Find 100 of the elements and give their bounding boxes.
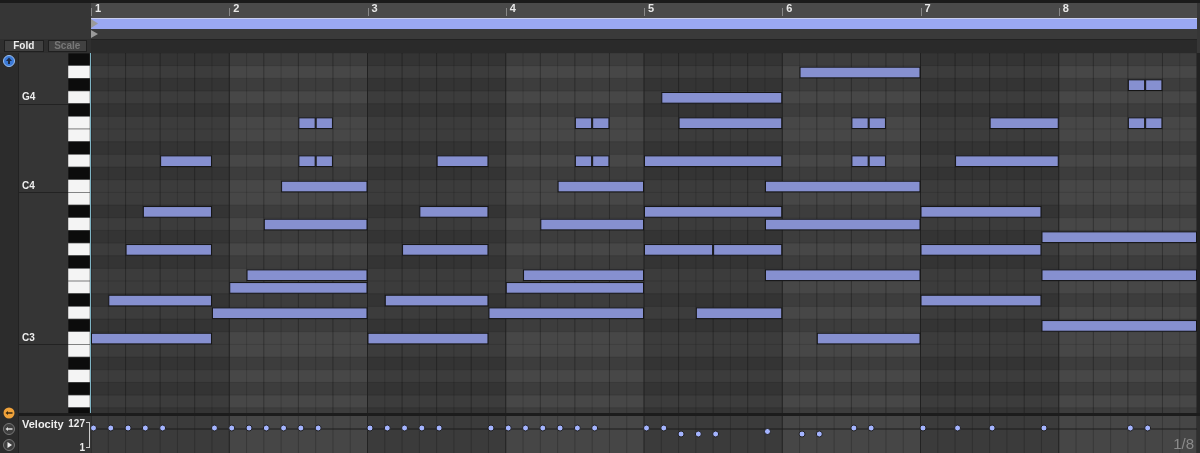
velocity-marker[interactable] xyxy=(159,424,167,432)
midi-note[interactable] xyxy=(1145,79,1163,91)
velocity-marker[interactable] xyxy=(677,430,685,438)
velocity-marker[interactable] xyxy=(418,424,426,432)
midi-note[interactable] xyxy=(851,117,869,129)
midi-note[interactable] xyxy=(920,206,1042,218)
midi-note[interactable] xyxy=(644,206,783,218)
velocity-marker[interactable] xyxy=(556,424,564,432)
velocity-marker[interactable] xyxy=(297,424,305,432)
natural-piano-key[interactable] xyxy=(68,128,91,142)
velocity-marker[interactable] xyxy=(573,424,581,432)
midi-note[interactable] xyxy=(1127,79,1146,91)
midi-note[interactable] xyxy=(920,294,1042,307)
midi-note[interactable] xyxy=(263,218,368,231)
midi-note[interactable] xyxy=(281,180,368,193)
midi-note[interactable] xyxy=(540,218,644,231)
midi-note[interactable] xyxy=(678,117,783,129)
velocity-marker[interactable] xyxy=(1126,424,1134,432)
midi-note[interactable] xyxy=(108,294,212,307)
marker-lane[interactable] xyxy=(91,29,1197,39)
midi-note[interactable] xyxy=(557,180,644,193)
midi-note[interactable] xyxy=(1145,117,1163,129)
natural-piano-key[interactable] xyxy=(68,65,91,79)
play-icon[interactable] xyxy=(3,439,15,451)
midi-note[interactable] xyxy=(298,117,316,129)
velocity-marker[interactable] xyxy=(262,424,270,432)
midi-note[interactable] xyxy=(868,155,886,168)
timeline-ruler[interactable]: 1 2 3 4 5 6 7 8 xyxy=(91,3,1197,18)
up-arrow-icon[interactable] xyxy=(3,55,15,67)
velocity-marker[interactable] xyxy=(141,424,149,432)
midi-note[interactable] xyxy=(592,117,610,129)
velocity-marker[interactable] xyxy=(487,424,495,432)
midi-note[interactable] xyxy=(315,155,333,168)
sharp-piano-key[interactable] xyxy=(68,356,91,370)
midi-note[interactable] xyxy=(574,117,593,129)
midi-note[interactable] xyxy=(764,269,921,282)
midi-note[interactable] xyxy=(488,307,644,320)
velocity-marker[interactable] xyxy=(91,424,97,432)
midi-note[interactable] xyxy=(955,155,1059,168)
velocity-marker[interactable] xyxy=(366,424,374,432)
midi-note[interactable] xyxy=(125,244,212,256)
midi-note[interactable] xyxy=(436,155,489,168)
natural-piano-key[interactable] xyxy=(68,369,91,383)
velocity-marker[interactable] xyxy=(643,424,650,432)
midi-note[interactable] xyxy=(920,244,1042,256)
velocity-marker[interactable] xyxy=(712,430,720,438)
midi-note[interactable] xyxy=(799,66,921,79)
loop-start-icon[interactable] xyxy=(91,19,99,28)
velocity-marker[interactable] xyxy=(210,424,218,432)
velocity-marker[interactable] xyxy=(919,424,927,432)
velocity-marker[interactable] xyxy=(107,424,115,432)
midi-note[interactable] xyxy=(764,218,921,231)
midi-note[interactable] xyxy=(298,155,316,168)
midi-note[interactable] xyxy=(229,282,368,294)
velocity-marker[interactable] xyxy=(124,424,132,432)
sharp-piano-key[interactable] xyxy=(68,103,91,117)
midi-note[interactable] xyxy=(592,155,610,168)
sharp-piano-key[interactable] xyxy=(68,293,91,307)
midi-note[interactable] xyxy=(574,155,593,168)
velocity-marker[interactable] xyxy=(245,424,253,432)
sharp-piano-key[interactable] xyxy=(68,255,91,269)
midi-note[interactable] xyxy=(713,244,783,256)
midi-note[interactable] xyxy=(695,307,783,320)
velocity-marker[interactable] xyxy=(504,424,512,432)
midi-note[interactable] xyxy=(644,155,783,168)
natural-piano-key[interactable] xyxy=(68,331,91,345)
midi-note[interactable] xyxy=(1041,231,1197,244)
midi-note[interactable] xyxy=(211,307,368,320)
midi-note[interactable] xyxy=(160,155,212,168)
velocity-marker[interactable] xyxy=(763,428,771,435)
velocity-marker[interactable] xyxy=(280,424,288,432)
midi-note[interactable] xyxy=(644,244,714,256)
toolbar-button[interactable]: Fold xyxy=(4,40,44,52)
sharp-piano-key[interactable] xyxy=(68,318,91,332)
midi-note[interactable] xyxy=(661,92,783,104)
midi-note[interactable] xyxy=(505,282,644,294)
midi-note[interactable] xyxy=(367,332,489,345)
midi-note[interactable] xyxy=(851,155,869,168)
midi-note[interactable] xyxy=(315,117,333,129)
natural-piano-key[interactable] xyxy=(68,90,91,104)
velocity-marker[interactable] xyxy=(988,424,996,432)
velocity-marker[interactable] xyxy=(228,424,236,432)
midi-note[interactable] xyxy=(91,332,212,345)
velocity-marker[interactable] xyxy=(815,430,823,438)
velocity-marker[interactable] xyxy=(1144,424,1152,432)
natural-piano-key[interactable] xyxy=(68,242,91,256)
velocity-marker[interactable] xyxy=(591,424,599,432)
midi-note[interactable] xyxy=(1041,320,1197,332)
velocity-marker[interactable] xyxy=(694,430,702,438)
velocity-marker[interactable] xyxy=(314,424,322,432)
velocity-marker[interactable] xyxy=(401,424,409,432)
sharp-piano-key[interactable] xyxy=(68,141,91,155)
midi-note[interactable] xyxy=(384,294,489,307)
midi-note[interactable] xyxy=(419,206,489,218)
natural-piano-key[interactable] xyxy=(68,217,91,231)
midi-note[interactable] xyxy=(523,269,644,282)
midi-note[interactable] xyxy=(246,269,368,282)
midi-note[interactable] xyxy=(142,206,212,218)
midi-note[interactable] xyxy=(868,117,886,129)
velocity-marker[interactable] xyxy=(522,424,530,432)
